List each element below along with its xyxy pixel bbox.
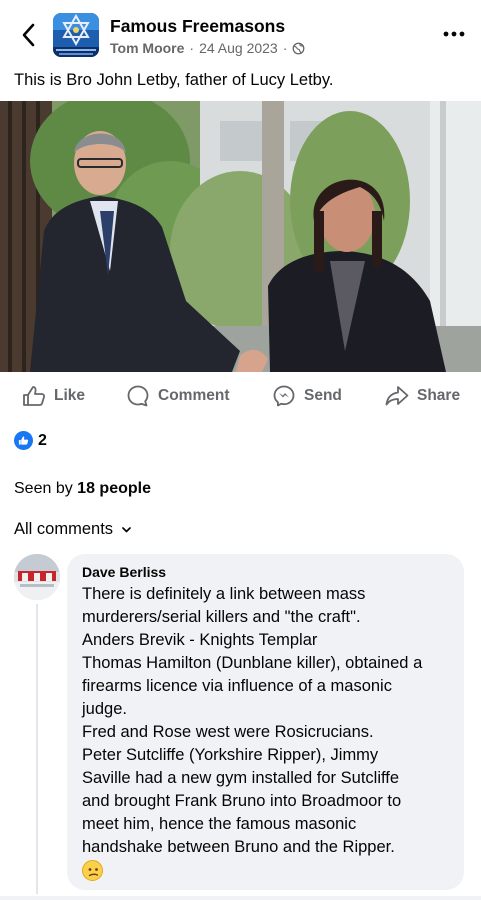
seen-by-prefix: Seen by xyxy=(14,480,73,497)
comment-line: murderers/serial killers and "the craft"… xyxy=(82,608,361,626)
comment-line: Fred and Rose west were Rosicrucians. xyxy=(82,723,374,741)
back-button[interactable] xyxy=(14,20,42,50)
chevron-left-icon xyxy=(22,23,35,47)
comment-thread-line xyxy=(36,604,38,894)
comment-line: Saville had a new gym installed for Sutc… xyxy=(82,769,400,787)
comment-line: Peter Sutcliffe (Yorkshire Ripper), Jimm… xyxy=(82,746,379,764)
like-label: Like xyxy=(54,387,86,404)
share-button[interactable]: Share xyxy=(385,376,460,416)
post-photo[interactable] xyxy=(0,101,481,372)
group-name[interactable]: Famous Freemasons xyxy=(110,16,285,37)
comment-bubble[interactable]: Dave Berliss There is definitely a link … xyxy=(67,554,464,890)
comments-filter-label: All comments xyxy=(14,520,114,538)
seen-by-count: 18 people xyxy=(77,480,151,497)
comment-line: There is definitely a link between mass xyxy=(82,585,366,603)
group-avatar[interactable] xyxy=(53,13,99,57)
commenter-avatar[interactable] xyxy=(14,554,60,600)
confused-face-emoji xyxy=(82,860,103,881)
comment-label: Comment xyxy=(158,387,230,404)
post-header: Famous Freemasons Tom Moore · 24 Aug 202… xyxy=(0,0,481,66)
more-icon xyxy=(443,31,465,37)
more-options-button[interactable] xyxy=(440,24,468,44)
messenger-icon xyxy=(273,385,295,407)
like-button[interactable]: Like xyxy=(22,376,85,416)
share-icon xyxy=(385,386,409,406)
chevron-down-icon xyxy=(122,526,131,532)
share-label: Share xyxy=(417,387,461,404)
seen-by[interactable]: Seen by 18 people xyxy=(14,480,151,498)
comments-filter[interactable]: All comments xyxy=(14,520,131,539)
thumbs-up-icon xyxy=(23,386,46,406)
commenter-name[interactable]: Dave Berliss xyxy=(82,564,166,580)
bottom-divider xyxy=(0,896,481,900)
meta-separator: · xyxy=(282,40,288,56)
comment-line: judge. xyxy=(82,700,127,718)
post-meta: Tom Moore · 24 Aug 2023 · xyxy=(110,40,305,56)
comment-line: meet him, hence the famous masonic xyxy=(82,815,357,833)
comment-icon xyxy=(127,385,149,407)
globe-icon xyxy=(292,42,305,54)
post-author[interactable]: Tom Moore xyxy=(110,40,184,56)
send-label: Send xyxy=(304,387,342,404)
like-reaction-icon xyxy=(14,431,33,450)
meta-separator: · xyxy=(189,40,195,56)
post-action-bar: Like Comment Send Share xyxy=(0,376,481,416)
comment-line: Thomas Hamilton (Dunblane killer), obtai… xyxy=(82,654,423,672)
send-button[interactable]: Send xyxy=(272,376,342,416)
comment-button[interactable]: Comment xyxy=(126,376,229,416)
comment-line: and brought Frank Bruno into Broadmoor t… xyxy=(82,792,402,810)
post-text: This is Bro John Letby, father of Lucy L… xyxy=(14,71,334,89)
post-date[interactable]: 24 Aug 2023 xyxy=(199,40,278,56)
reaction-summary[interactable]: 2 xyxy=(14,431,47,450)
comment-line: firearms licence via influence of a maso… xyxy=(82,677,392,695)
comment-line: Anders Brevik - Knights Templar xyxy=(82,631,318,649)
reaction-count: 2 xyxy=(38,431,47,449)
comment-line: handshake between Bruno and the Ripper. xyxy=(82,838,395,856)
